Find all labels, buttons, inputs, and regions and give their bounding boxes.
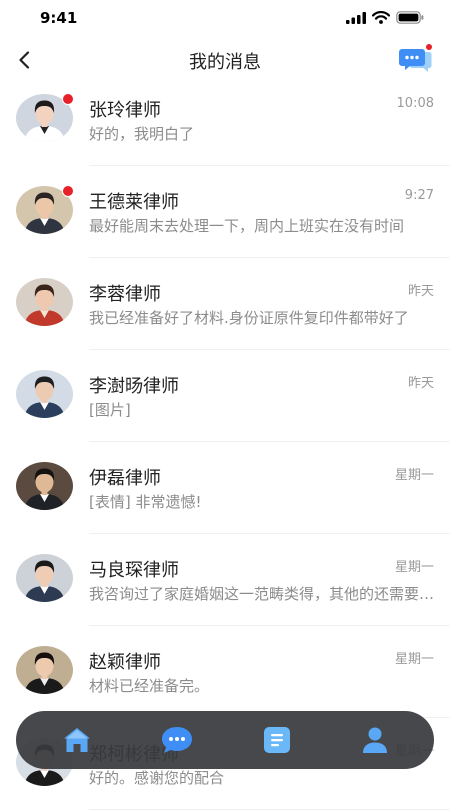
sender-name: 王德莱律师 bbox=[89, 192, 179, 213]
avatar-wrapper bbox=[16, 646, 73, 694]
message-time: 9:27 bbox=[404, 188, 434, 203]
message-item[interactable]: 李澍旸律师 昨天 [图片] bbox=[0, 350, 450, 442]
chat-bubble-icon bbox=[162, 727, 192, 753]
message-time: 昨天 bbox=[407, 376, 434, 391]
home-icon bbox=[64, 728, 90, 752]
message-time: 星期一 bbox=[394, 652, 434, 667]
document-icon bbox=[264, 727, 290, 753]
avatar-wrapper bbox=[16, 278, 73, 326]
message-list: 张玲律师 10:08 好的，我明白了 王德莱律师 9:27 最好能周末去处理一下，周内上班… bbox=[0, 74, 450, 810]
sender-name: 李澍旸律师 bbox=[89, 376, 179, 397]
status-bar: 9:41 bbox=[0, 0, 450, 36]
avatar-wrapper bbox=[16, 554, 73, 602]
status-icons bbox=[346, 11, 424, 24]
sender-name: 伊磊律师 bbox=[89, 468, 161, 489]
sender-name: 马良琛律师 bbox=[89, 560, 179, 581]
message-preview: [表情] 非常遗憾! bbox=[89, 493, 202, 511]
message-preview: 好的，我明白了 bbox=[89, 125, 195, 143]
avatar bbox=[16, 646, 73, 694]
avatar-wrapper bbox=[16, 93, 74, 142]
bottom-tab-bar bbox=[16, 711, 434, 769]
battery-icon bbox=[396, 11, 424, 24]
message-preview: 最好能周末去处理一下，周内上班实在没有时间 bbox=[89, 217, 405, 235]
chat-bubble-icon bbox=[399, 44, 432, 72]
tab-home[interactable] bbox=[60, 724, 94, 756]
message-item[interactable]: 张玲律师 10:08 好的，我明白了 bbox=[0, 74, 450, 166]
message-item[interactable]: 马良琛律师 星期一我咨询过了家庭婚姻这一范畴类得，其他的还需要再确认 bbox=[0, 534, 450, 626]
status-time: 9:41 bbox=[40, 9, 78, 27]
avatar bbox=[16, 370, 73, 418]
avatar-wrapper bbox=[16, 185, 74, 234]
message-preview: 我已经准备好了材料.身份证原件复印件都带好了 bbox=[89, 309, 409, 327]
message-item[interactable]: 伊磊律师 星期一 [表情] 非常遗憾! bbox=[0, 442, 450, 534]
message-item[interactable]: 赵颖律师 星期一材料已经准备完。 bbox=[0, 626, 450, 718]
message-preview: [图片] bbox=[89, 401, 131, 419]
user-icon bbox=[363, 727, 387, 753]
message-preview: 我咨询过了家庭婚姻这一范畴类得，其他的还需要再确认 bbox=[89, 585, 435, 603]
wifi-icon bbox=[372, 11, 390, 24]
chat-messages-button[interactable] bbox=[398, 42, 434, 74]
message-time: 星期一 bbox=[394, 468, 434, 483]
message-time: 星期一 bbox=[394, 560, 434, 575]
message-item[interactable]: 李蓉律师 昨天我已经准备好了材料.身份证原件复印件都带好了 bbox=[0, 258, 450, 350]
sender-name: 赵颖律师 bbox=[89, 652, 161, 673]
sender-name: 张玲律师 bbox=[89, 100, 161, 121]
message-item[interactable]: 王德莱律师 9:27 最好能周末去处理一下，周内上班实在没有时间 bbox=[0, 166, 450, 258]
tab-profile[interactable] bbox=[358, 724, 392, 756]
avatar bbox=[16, 278, 73, 326]
avatar bbox=[16, 462, 73, 510]
unread-dot bbox=[62, 185, 74, 197]
avatar-wrapper bbox=[16, 370, 73, 418]
sender-name: 李蓉律师 bbox=[89, 284, 161, 305]
avatar-wrapper bbox=[16, 462, 73, 510]
message-time: 昨天 bbox=[407, 284, 434, 299]
message-preview: 好的。感谢您的配合 bbox=[89, 769, 225, 787]
page-title: 我的消息 bbox=[189, 52, 261, 73]
unread-dot bbox=[62, 93, 74, 105]
tab-messages[interactable] bbox=[160, 724, 194, 756]
message-time: 10:08 bbox=[396, 96, 434, 111]
cellular-signal-icon bbox=[346, 11, 366, 24]
message-preview: 材料已经准备完。 bbox=[89, 677, 210, 695]
avatar bbox=[16, 554, 73, 602]
tab-documents[interactable] bbox=[260, 724, 294, 756]
